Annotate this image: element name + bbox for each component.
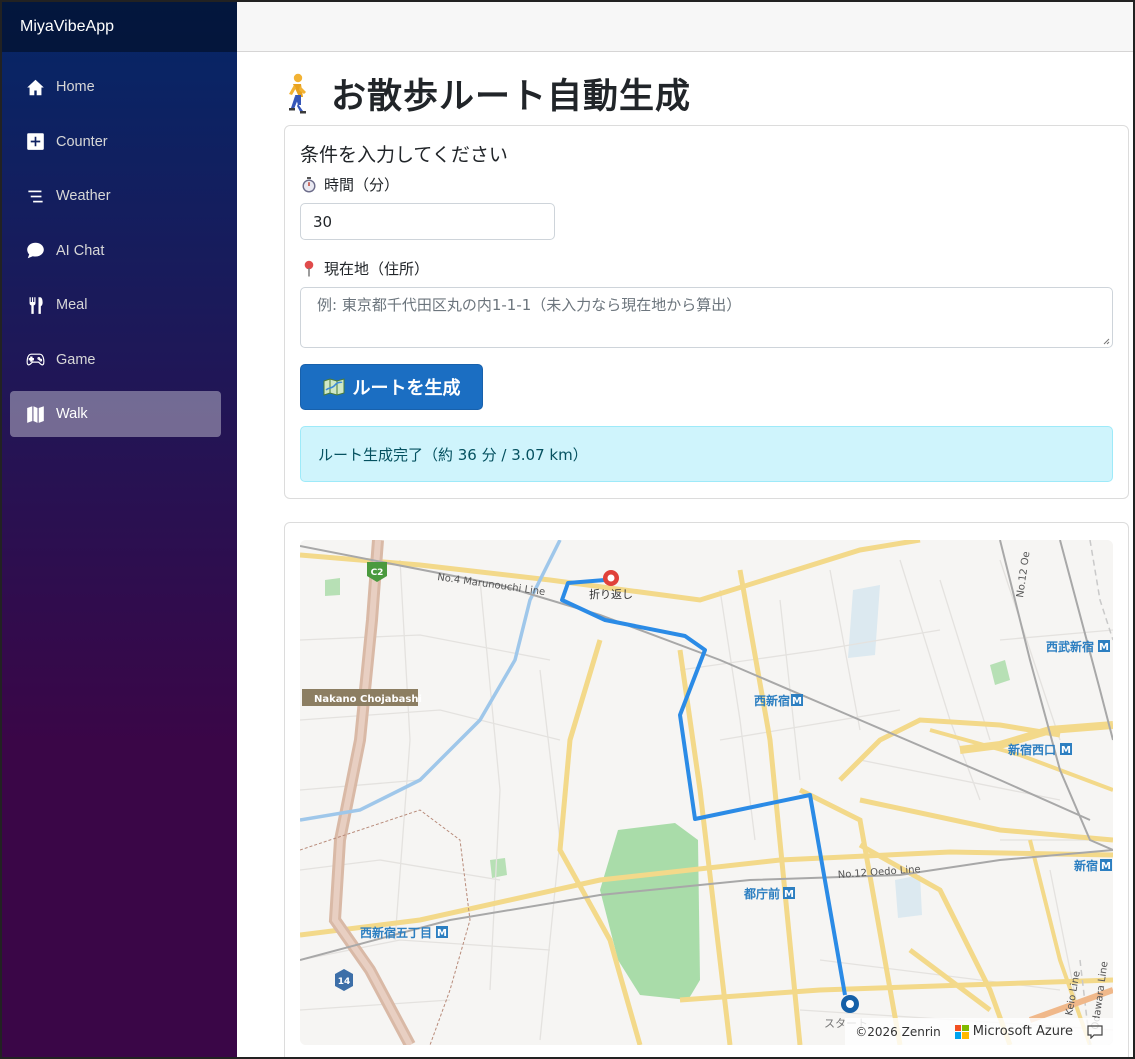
- sidebar-item-walk[interactable]: Walk: [10, 391, 221, 437]
- svg-text:M: M: [792, 696, 802, 707]
- azure-logo[interactable]: Microsoft Azure: [954, 1024, 1073, 1039]
- sidebar-item-label: Walk: [56, 406, 88, 422]
- time-input[interactable]: 30: [300, 203, 555, 240]
- svg-text:M: M: [1061, 745, 1071, 756]
- resize-grip-icon[interactable]: [1102, 337, 1110, 345]
- nakano-chojabashi-label: Nakano Chojabashi: [314, 694, 422, 705]
- shinjuku-station-label: 新宿: [1074, 858, 1098, 873]
- svg-text:M: M: [1101, 861, 1111, 872]
- sidebar-item-game[interactable]: Game: [10, 337, 221, 383]
- sidebar-item-label: AI Chat: [56, 242, 105, 259]
- svg-text:14: 14: [338, 977, 351, 987]
- pin-icon: [300, 260, 318, 277]
- brand-title[interactable]: MiyaVibeApp: [2, 2, 237, 52]
- generate-route-button[interactable]: ルートを生成: [300, 364, 483, 410]
- location-placeholder: 例: 東京都千代田区丸の内1-1-1（未入力なら現在地から算出）: [317, 296, 742, 314]
- stopwatch-icon: [300, 176, 318, 193]
- time-label: 時間（分）: [300, 174, 399, 195]
- svg-text:C2: C2: [371, 568, 384, 578]
- sidebar-item-meal[interactable]: Meal: [10, 282, 221, 328]
- conditions-card: 条件を入力してください 時間（分） 30 現在地（住所） 例: 東京都千代田区丸…: [284, 125, 1129, 499]
- green-patch: [490, 858, 507, 878]
- page-title: お散歩ルート自動生成: [281, 68, 691, 119]
- map-card: 折り返し スタート No.4 Marunouchi Line No.12 Oed…: [284, 522, 1129, 1057]
- zenrin-copyright: ©2026 Zenrin: [855, 1024, 941, 1039]
- map-canvas[interactable]: 折り返し スタート No.4 Marunouchi Line No.12 Oed…: [300, 540, 1113, 1045]
- sidebar-item-label: Home: [56, 79, 95, 95]
- fork-knife-icon: [24, 295, 46, 315]
- shinjuku-nishiguchi-station-label: 新宿西口: [1008, 742, 1056, 757]
- page-title-text: お散歩ルート自動生成: [331, 77, 692, 117]
- sidebar-item-label: Counter: [56, 133, 108, 150]
- result-alert: ルート生成完了（約 36 分 / 3.07 km）: [300, 426, 1113, 482]
- location-textarea[interactable]: 例: 東京都千代田区丸の内1-1-1（未入力なら現在地から算出）: [300, 287, 1113, 348]
- turnaround-label: 折り返し: [589, 587, 633, 601]
- conditions-heading: 条件を入力してください: [300, 144, 508, 166]
- location-label: 現在地（住所）: [300, 258, 429, 279]
- plus-square-icon: [24, 132, 46, 152]
- map-icon: [24, 404, 46, 424]
- sidebar-item-label: Weather: [56, 188, 111, 204]
- svg-text:M: M: [437, 928, 447, 939]
- app-window: MiyaVibeApp Home Counter Weather AI Chat…: [0, 0, 1135, 1059]
- map-icon: [323, 378, 344, 396]
- main-content: お散歩ルート自動生成 条件を入力してください 時間（分） 30 現在地（住所） …: [237, 52, 1133, 1057]
- microsoft-logo-icon: [954, 1024, 969, 1039]
- sidebar-item-weather[interactable]: Weather: [10, 173, 221, 219]
- sidebar-item-label: Game: [56, 351, 96, 368]
- svg-text:M: M: [784, 889, 794, 900]
- svg-text:M: M: [1099, 642, 1109, 653]
- list-icon: [24, 186, 46, 206]
- green-patch: [325, 578, 340, 596]
- nishi-shinjuku-station-label: 西新宿: [754, 693, 790, 708]
- feedback-icon[interactable]: [1087, 1024, 1103, 1039]
- sidebar-item-label: Meal: [56, 297, 88, 313]
- walking-person-icon: [289, 73, 306, 113]
- sidebar-item-ai-chat[interactable]: AI Chat: [10, 228, 221, 274]
- seibu-shinjuku-station-label: 西武新宿: [1046, 639, 1094, 654]
- generate-route-label: ルートを生成: [352, 378, 461, 399]
- map-background: [300, 540, 1113, 1045]
- route-map[interactable]: 折り返し スタート No.4 Marunouchi Line No.12 Oed…: [300, 540, 1113, 1045]
- chat-bubble-icon: [24, 241, 46, 261]
- home-icon: [24, 77, 46, 97]
- sidebar-item-home[interactable]: Home: [10, 64, 221, 110]
- sidebar: MiyaVibeApp Home Counter Weather AI Chat…: [2, 2, 237, 1057]
- nishi-shinjuku-gochome-station-label: 西新宿五丁目: [360, 925, 432, 940]
- sidebar-nav: Home Counter Weather AI Chat Meal Game W…: [2, 52, 237, 437]
- building-area: [848, 585, 880, 658]
- controller-icon: [24, 350, 46, 370]
- building-area: [895, 875, 922, 918]
- top-bar: [237, 2, 1133, 52]
- map-attribution: ©2026 Zenrin Microsoft Azure: [845, 1018, 1113, 1045]
- sidebar-item-counter[interactable]: Counter: [10, 119, 221, 165]
- tochomae-station-label: 都庁前: [743, 886, 780, 901]
